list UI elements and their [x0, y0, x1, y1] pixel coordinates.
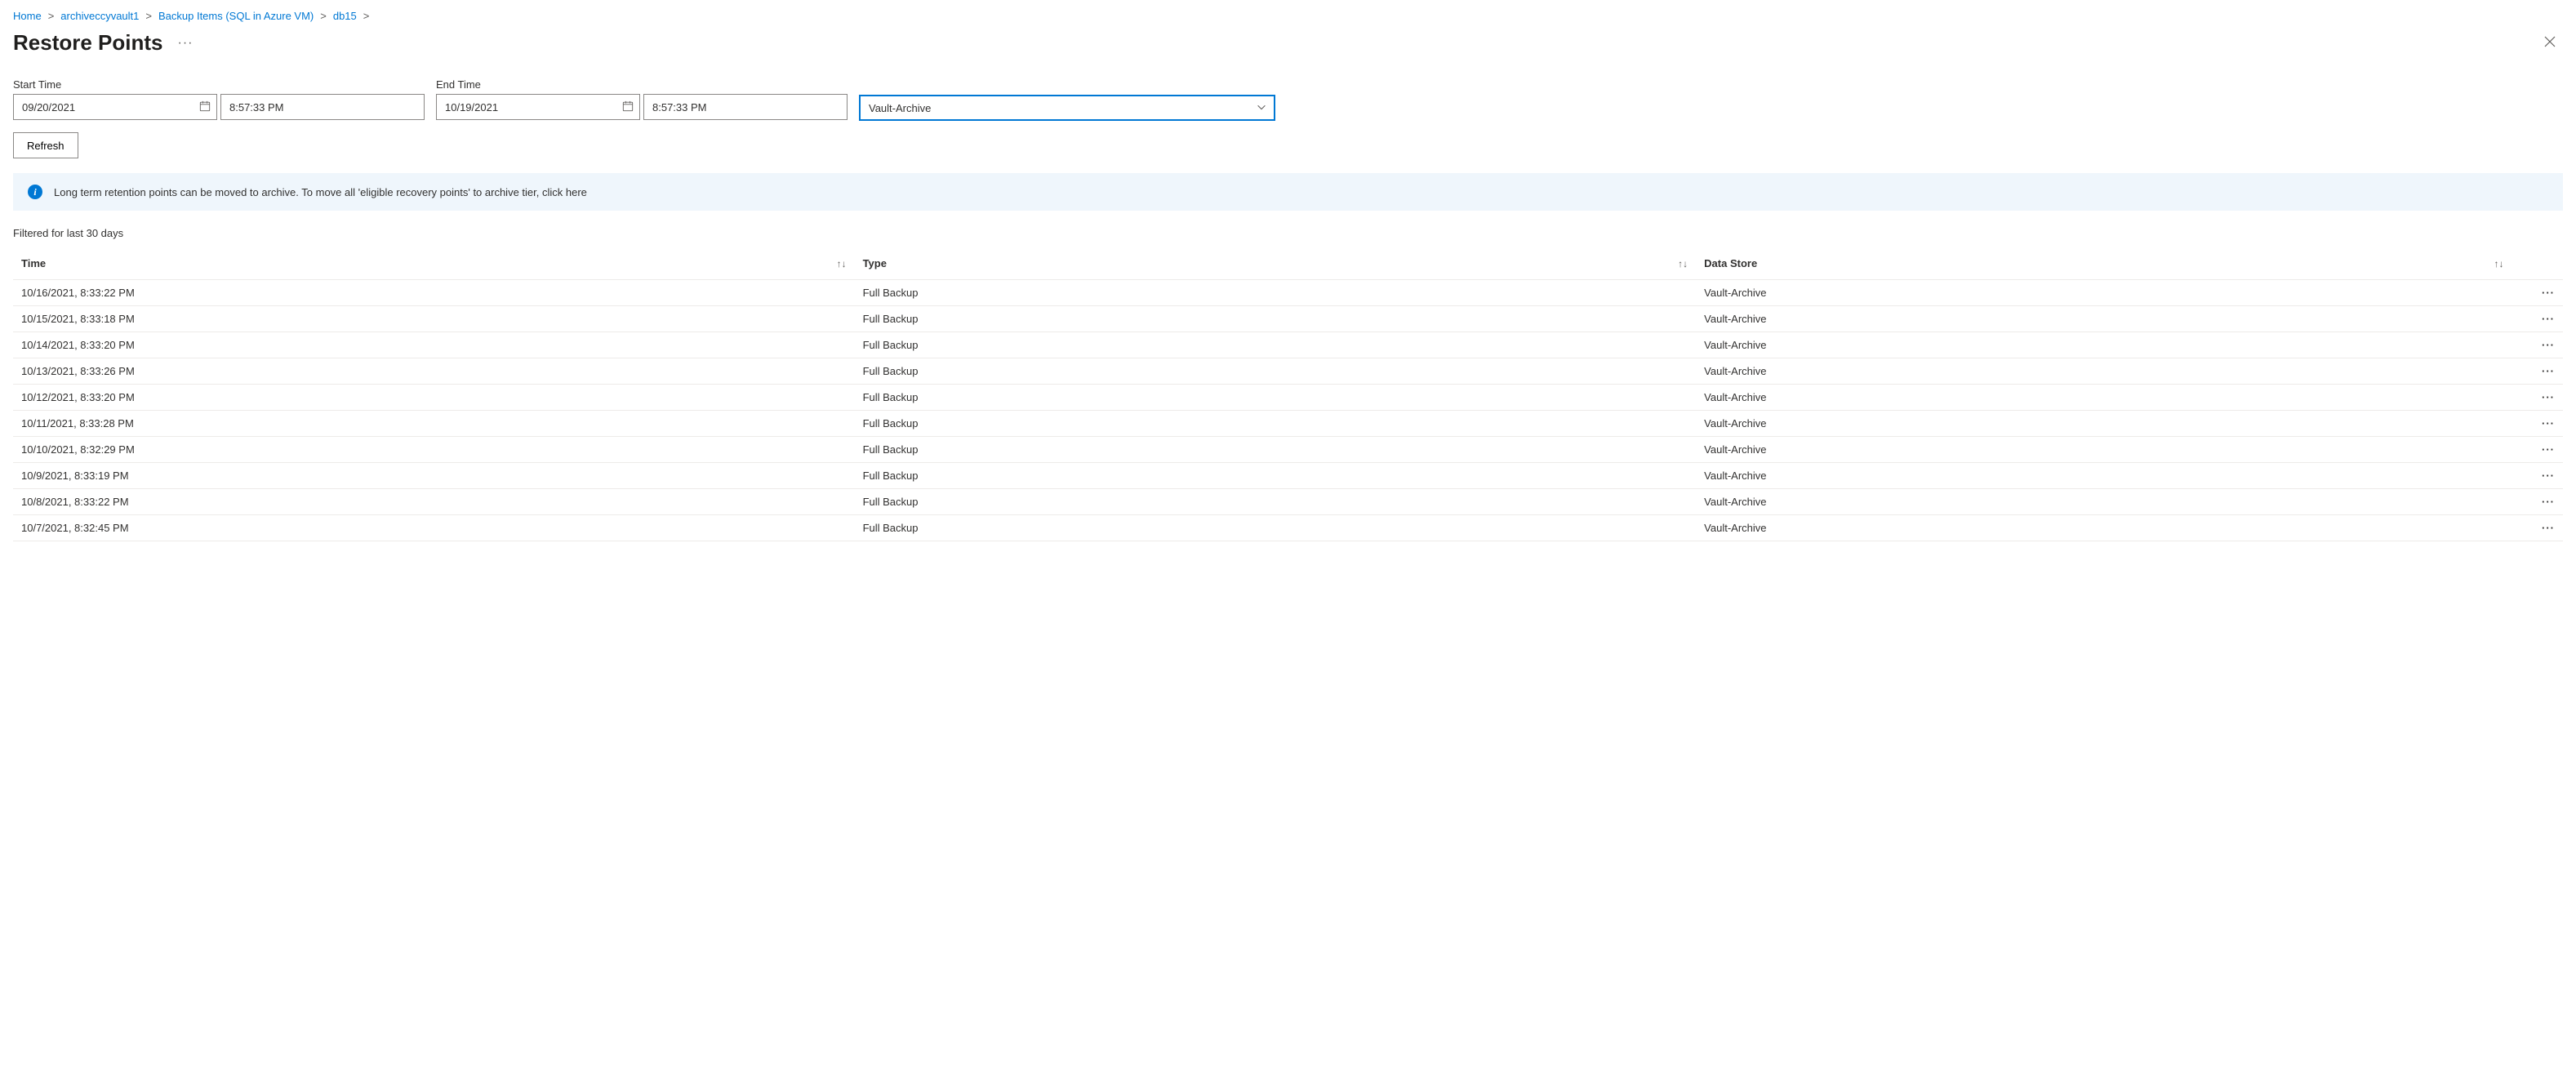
start-time-group: Start Time	[13, 78, 425, 121]
sort-icon: ↑↓	[2494, 258, 2504, 269]
row-actions-button[interactable]: ···	[2512, 280, 2563, 306]
table-row: 10/12/2021, 8:33:20 PMFull BackupVault-A…	[13, 385, 2563, 411]
cell-data-store: Vault-Archive	[1696, 463, 2511, 489]
cell-data-store: Vault-Archive	[1696, 306, 2511, 332]
table-row: 10/7/2021, 8:32:45 PMFull BackupVault-Ar…	[13, 515, 2563, 541]
cell-data-store: Vault-Archive	[1696, 385, 2511, 411]
more-actions-button[interactable]: ···	[178, 36, 194, 51]
cell-data-store: Vault-Archive	[1696, 332, 2511, 358]
table-row: 10/13/2021, 8:33:26 PMFull BackupVault-A…	[13, 358, 2563, 385]
column-header-type[interactable]: Type ↑↓	[855, 251, 1697, 280]
table-row: 10/11/2021, 8:33:28 PMFull BackupVault-A…	[13, 411, 2563, 437]
cell-data-store: Vault-Archive	[1696, 437, 2511, 463]
cell-time: 10/11/2021, 8:33:28 PM	[13, 411, 855, 437]
refresh-button[interactable]: Refresh	[13, 132, 78, 158]
table-row: 10/9/2021, 8:33:19 PMFull BackupVault-Ar…	[13, 463, 2563, 489]
cell-time: 10/13/2021, 8:33:26 PM	[13, 358, 855, 385]
info-icon: i	[28, 185, 42, 199]
row-actions-button[interactable]: ···	[2512, 306, 2563, 332]
start-time-label: Start Time	[13, 78, 425, 91]
column-header-time-label: Time	[21, 257, 46, 269]
cell-time: 10/9/2021, 8:33:19 PM	[13, 463, 855, 489]
breadcrumb-separator: >	[48, 10, 55, 22]
info-text: Long term retention points can be moved …	[54, 186, 587, 198]
cell-time: 10/10/2021, 8:32:29 PM	[13, 437, 855, 463]
row-actions-button[interactable]: ···	[2512, 437, 2563, 463]
row-actions-button[interactable]: ···	[2512, 463, 2563, 489]
cell-data-store: Vault-Archive	[1696, 280, 2511, 306]
cell-type: Full Backup	[855, 280, 1697, 306]
restore-points-table: Time ↑↓ Type ↑↓ Data Store ↑↓ 10/16/2021…	[13, 251, 2563, 541]
sort-icon: ↑↓	[837, 258, 847, 269]
row-actions-button[interactable]: ···	[2512, 411, 2563, 437]
table-row: 10/16/2021, 8:33:22 PMFull BackupVault-A…	[13, 280, 2563, 306]
end-time-group: End Time	[436, 78, 848, 121]
end-time-label: End Time	[436, 78, 848, 91]
end-time-input[interactable]	[643, 94, 848, 120]
cell-type: Full Backup	[855, 463, 1697, 489]
start-time-input[interactable]	[220, 94, 425, 120]
page-title: Restore Points	[13, 30, 163, 56]
cell-type: Full Backup	[855, 385, 1697, 411]
cell-time: 10/7/2021, 8:32:45 PM	[13, 515, 855, 541]
table-row: 10/8/2021, 8:33:22 PMFull BackupVault-Ar…	[13, 489, 2563, 515]
cell-type: Full Backup	[855, 306, 1697, 332]
row-actions-button[interactable]: ···	[2512, 358, 2563, 385]
row-actions-button[interactable]: ···	[2512, 332, 2563, 358]
breadcrumb-link-db[interactable]: db15	[333, 10, 357, 22]
cell-data-store: Vault-Archive	[1696, 358, 2511, 385]
cell-time: 10/12/2021, 8:33:20 PM	[13, 385, 855, 411]
table-row: 10/10/2021, 8:32:29 PMFull BackupVault-A…	[13, 437, 2563, 463]
cell-type: Full Backup	[855, 489, 1697, 515]
cell-type: Full Backup	[855, 437, 1697, 463]
cell-data-store: Vault-Archive	[1696, 489, 2511, 515]
tier-select[interactable]	[859, 95, 1275, 121]
column-header-type-label: Type	[863, 257, 887, 269]
breadcrumb: Home > archiveccyvault1 > Backup Items (…	[13, 10, 2563, 22]
column-header-time[interactable]: Time ↑↓	[13, 251, 855, 280]
table-row: 10/15/2021, 8:33:18 PMFull BackupVault-A…	[13, 306, 2563, 332]
cell-type: Full Backup	[855, 332, 1697, 358]
table-row: 10/14/2021, 8:33:20 PMFull BackupVault-A…	[13, 332, 2563, 358]
filtered-label: Filtered for last 30 days	[13, 227, 2563, 239]
breadcrumb-link-vault[interactable]: archiveccyvault1	[60, 10, 139, 22]
cell-data-store: Vault-Archive	[1696, 411, 2511, 437]
column-header-data-store[interactable]: Data Store ↑↓	[1696, 251, 2511, 280]
cell-type: Full Backup	[855, 358, 1697, 385]
close-icon	[2543, 35, 2556, 48]
breadcrumb-separator: >	[145, 10, 152, 22]
cell-type: Full Backup	[855, 411, 1697, 437]
column-header-data-store-label: Data Store	[1704, 257, 1757, 269]
breadcrumb-link-home[interactable]: Home	[13, 10, 42, 22]
close-button[interactable]	[2537, 32, 2563, 54]
cell-time: 10/16/2021, 8:33:22 PM	[13, 280, 855, 306]
start-date-input[interactable]	[13, 94, 217, 120]
cell-time: 10/14/2021, 8:33:20 PM	[13, 332, 855, 358]
row-actions-button[interactable]: ···	[2512, 515, 2563, 541]
tier-select-input[interactable]	[859, 95, 1275, 121]
cell-time: 10/15/2021, 8:33:18 PM	[13, 306, 855, 332]
breadcrumb-link-backup-items[interactable]: Backup Items (SQL in Azure VM)	[158, 10, 314, 22]
title-row: Restore Points ···	[13, 30, 2563, 56]
row-actions-button[interactable]: ···	[2512, 385, 2563, 411]
button-row: Refresh	[13, 132, 2563, 158]
breadcrumb-separator: >	[320, 10, 327, 22]
sort-icon: ↑↓	[1678, 258, 1688, 269]
info-bar[interactable]: i Long term retention points can be move…	[13, 173, 2563, 211]
filters-row: Start Time End Time	[13, 78, 2563, 121]
breadcrumb-separator: >	[363, 10, 370, 22]
end-date-input[interactable]	[436, 94, 640, 120]
cell-time: 10/8/2021, 8:33:22 PM	[13, 489, 855, 515]
cell-type: Full Backup	[855, 515, 1697, 541]
cell-data-store: Vault-Archive	[1696, 515, 2511, 541]
row-actions-button[interactable]: ···	[2512, 489, 2563, 515]
